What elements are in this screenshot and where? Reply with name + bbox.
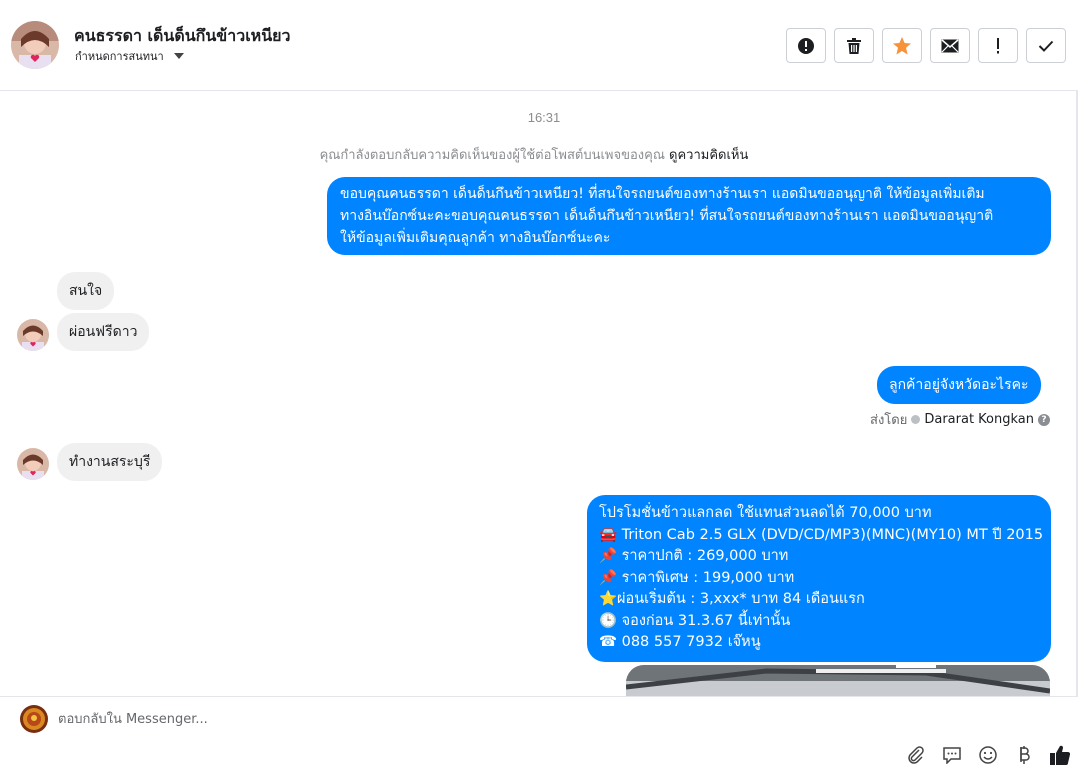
message-line: ขอบคุณคนธรรดา เด็นด็นกึนข้าวเหนียว! ที่ส… <box>340 186 985 202</box>
promo-headline: โปรโมชั่นข้าวแลกลด ใช้แทนส่วนลดได้ 70,00… <box>599 505 932 521</box>
message-text: ผ่อนฟรีดาว <box>69 324 138 340</box>
report-icon <box>798 37 814 54</box>
attachment-button[interactable] <box>904 743 928 767</box>
pin-icon: 📌 <box>599 569 618 586</box>
promo-installment: ผ่อนเริ่มต้น : 3,xxx* บาท 84 เดือนแรก <box>617 591 865 607</box>
pin-icon: 📌 <box>599 548 618 564</box>
like-icon <box>1050 745 1071 765</box>
message-text: ลูกค้าอยู่จังหวัดอะไรคะ <box>889 377 1029 393</box>
reply-input[interactable] <box>58 707 858 731</box>
car-icon: 🚘 <box>599 526 618 543</box>
incoming-message[interactable]: ทำงานสระบุรี <box>57 443 163 481</box>
outgoing-message[interactable]: ลูกค้าอยู่จังหวัดอะไรคะ <box>877 366 1041 404</box>
promo-regular-price: ราคาปกติ : 269,000 บาท <box>621 548 789 564</box>
promo-deadline: จองก่อน 31.3.67 นี้เท่านั้น <box>621 612 791 629</box>
star-button[interactable] <box>882 28 922 63</box>
sent-by-label: ส่งโดย <box>870 413 908 428</box>
image-attachment[interactable] <box>626 665 1050 696</box>
message-text: ทำงานสระบุรี <box>69 454 151 470</box>
promo-message[interactable]: โปรโมชั่นข้าวแลกลด ใช้แทนส่วนลดได้ 70,00… <box>587 495 1051 662</box>
comment-reply-text: คุณกำลังตอบกลับความคิดเห็นของผู้ใช้ต่อโพ… <box>319 148 665 163</box>
mail-icon <box>941 38 959 52</box>
sent-by-info: ส่งโดย Dararat Kongkan ? <box>870 409 1050 430</box>
trash-icon <box>847 37 861 54</box>
saved-replies-icon <box>943 747 961 764</box>
message-line: ทางอินบ๊อกซ์นะคะขอบคุณคนธรรดา เด็นด็นกึน… <box>340 208 994 224</box>
help-icon[interactable]: ? <box>1038 413 1050 426</box>
promo-model: Triton Cab 2.5 GLX (DVD/CD/MP3)(MNC)(MY1… <box>621 526 1044 543</box>
caret-down-icon <box>173 53 184 59</box>
phone-icon: ☎ <box>599 634 618 650</box>
conversation-settings-label: กำหนดการสนทนา <box>75 50 164 63</box>
contact-avatar[interactable] <box>11 21 59 69</box>
message-timestamp: 16:31 <box>527 110 561 125</box>
action-toolbar <box>786 28 1066 63</box>
sender-name: Dararat Kongkan <box>924 412 1034 427</box>
check-icon <box>1038 40 1054 52</box>
mark-important-button[interactable] <box>978 28 1018 63</box>
view-comment-link[interactable]: ดูความคิดเห็น <box>669 148 748 163</box>
emoji-button[interactable] <box>976 743 1000 767</box>
mark-unread-button[interactable] <box>930 28 970 63</box>
delete-button[interactable] <box>834 28 874 63</box>
sent-status-icon <box>911 415 921 424</box>
like-button[interactable] <box>1048 743 1072 767</box>
important-icon <box>997 37 999 53</box>
outgoing-message[interactable]: ขอบคุณคนธรรดา เด็นด็นกึนข้าวเหนียว! ที่ส… <box>327 177 1051 255</box>
composer-actions <box>904 743 1072 767</box>
comment-reply-notice: คุณกำลังตอบกลับความคิดเห็นของผู้ใช้ต่อโพ… <box>0 144 1068 165</box>
report-button[interactable] <box>786 28 826 63</box>
promo-contact: 088 557 7932 เจ๊หนู <box>621 634 761 650</box>
page-avatar <box>20 705 48 733</box>
contact-avatar-small[interactable] <box>17 319 49 351</box>
payment-icon <box>1020 746 1030 764</box>
clock-icon: 🕒 <box>599 612 618 629</box>
contact-name[interactable]: คนธรรดา เด็นด็นกึนข้าวเหนียว <box>74 24 291 49</box>
emoji-icon <box>979 746 997 764</box>
contact-avatar-small[interactable] <box>17 448 49 480</box>
message-text: สนใจ <box>69 283 103 299</box>
star-icon <box>893 36 911 54</box>
conversation-settings-dropdown[interactable]: กำหนดการสนทนา <box>75 47 184 65</box>
message-thread[interactable]: 16:31 คุณกำลังตอบกลับความคิดเห็นของผู้ใช… <box>0 91 1078 696</box>
message-line: ให้ข้อมูลเพิ่มเติมคุณลูกค้า ทางอินบ๊อกซ์… <box>340 230 611 246</box>
mark-done-button[interactable] <box>1026 28 1066 63</box>
saved-replies-button[interactable] <box>940 743 964 767</box>
reply-composer <box>0 696 1078 776</box>
incoming-message[interactable]: สนใจ <box>57 272 115 310</box>
conversation-header: คนธรรดา เด็นด็นกึนข้าวเหนียว กำหนดการสนท… <box>0 0 1078 91</box>
star-emoji-icon: ⭐ <box>599 591 618 607</box>
incoming-message[interactable]: ผ่อนฟรีดาว <box>57 313 150 351</box>
promo-special-price: ราคาพิเศษ : 199,000 บาท <box>621 569 795 586</box>
payment-button[interactable] <box>1012 743 1036 767</box>
attachment-icon <box>908 746 924 764</box>
